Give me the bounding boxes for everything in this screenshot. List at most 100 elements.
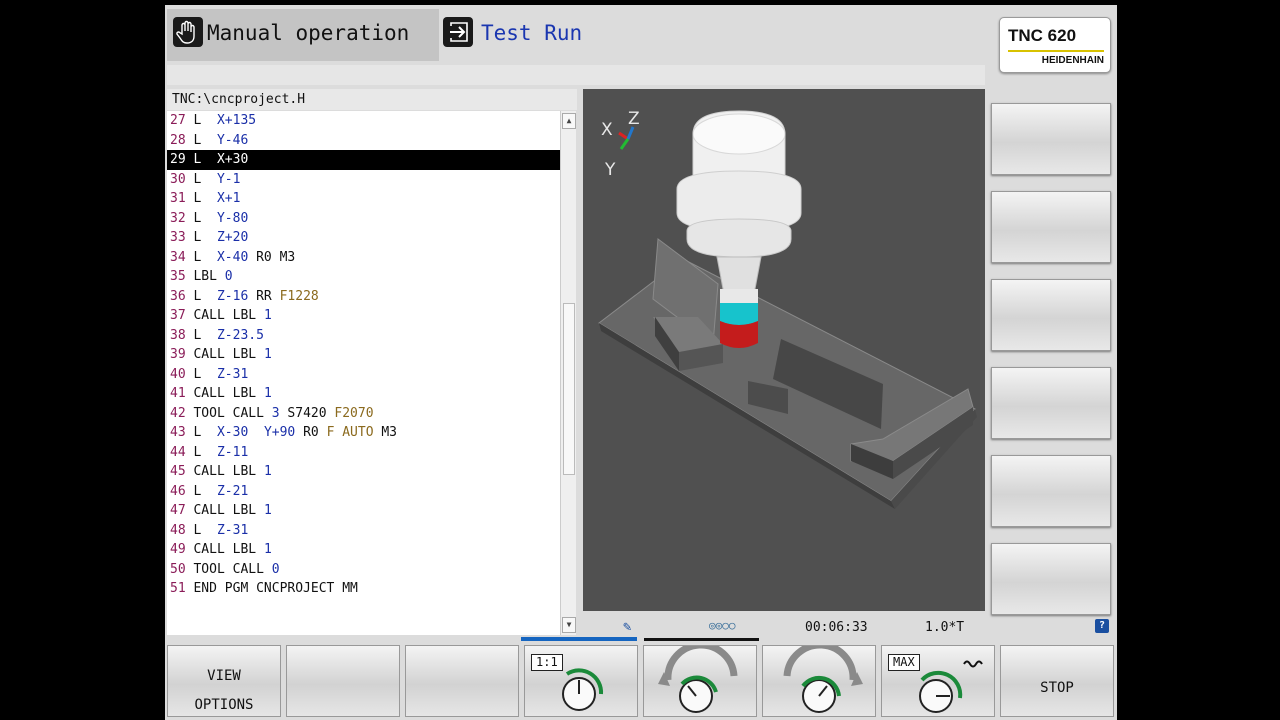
program-line[interactable]: 47 CALL LBL 1 <box>167 501 562 521</box>
code-token: RR <box>248 288 280 304</box>
code-token: CALL LBL <box>193 503 264 518</box>
program-line[interactable]: 38 L Z-23.5 <box>167 326 562 346</box>
code-token: CALL LBL <box>193 347 264 362</box>
run-time: 00:06:33 <box>805 620 868 635</box>
code-token: 1 <box>263 347 272 362</box>
program-line[interactable]: 40 L Z-31 <box>167 365 562 385</box>
pen-icon[interactable]: ✎ <box>623 619 631 635</box>
program-line[interactable]: 37 CALL LBL 1 <box>167 306 562 326</box>
dial-max-icon <box>919 660 983 713</box>
view-options-softkey[interactable]: VIEW OPTIONS <box>167 645 281 717</box>
code-token: 0 <box>224 269 233 284</box>
line-number: 37 <box>170 308 186 323</box>
line-number: 30 <box>170 171 186 187</box>
code-token: L <box>193 366 217 382</box>
program-editor[interactable]: 27 L X+135 28 L Y-46 29 L X+30 30 L Y-1 31 L… <box>167 111 562 635</box>
code-token: X-30 <box>216 425 249 440</box>
code-token: L <box>193 171 217 187</box>
program-line[interactable]: 44 L Z-11 <box>167 443 562 463</box>
line-number: 36 <box>170 288 186 304</box>
code-token: L <box>193 191 217 206</box>
program-line[interactable]: 41 CALL LBL 1 <box>167 384 562 404</box>
line-number: 47 <box>170 503 186 518</box>
program-line[interactable]: 39 CALL LBL 1 <box>167 345 562 365</box>
axis-x-label: X <box>601 120 613 140</box>
speed-scale-softkey[interactable]: 1:1 <box>524 645 638 717</box>
program-line[interactable]: 50 TOOL CALL 0 <box>167 560 562 580</box>
program-line[interactable]: 30 L Y-1 <box>167 170 562 190</box>
mode-test-run[interactable]: Test Run <box>441 9 741 61</box>
stop-softkey[interactable]: STOP <box>1000 645 1114 717</box>
vertical-softkey-3[interactable] <box>991 279 1111 351</box>
line-number: 32 <box>170 210 186 226</box>
logo-model: TNC 620 <box>1008 26 1077 45</box>
vertical-softkeys <box>991 103 1111 631</box>
program-line[interactable]: 27 L X+135 <box>167 111 562 131</box>
code-token: 1 <box>263 542 272 557</box>
scroll-down-arrow[interactable]: ▼ <box>562 617 576 633</box>
code-token: R0 <box>295 425 327 440</box>
logo-underline <box>1008 50 1104 52</box>
arrow-right-icon <box>443 17 473 47</box>
code-token: L <box>193 210 217 226</box>
vertical-softkey-5[interactable] <box>991 455 1111 527</box>
code-token: L <box>193 288 217 304</box>
program-line[interactable]: 29 L X+30 <box>167 150 562 170</box>
code-token: Z+20 <box>216 230 249 245</box>
program-line[interactable]: 36 L Z-16 RR F1228 <box>167 287 562 307</box>
program-line[interactable]: 48 L Z-31 <box>167 521 562 541</box>
simulation-view[interactable]: X Z Y <box>583 89 985 611</box>
vertical-softkey-6[interactable] <box>991 543 1111 615</box>
hand-icon <box>173 17 203 47</box>
program-line[interactable]: 43 L X-30 Y+90 R0 F AUTO M3 <box>167 423 562 443</box>
program-line[interactable]: 32 L Y-80 <box>167 209 562 229</box>
vertical-softkey-4[interactable] <box>991 367 1111 439</box>
program-line[interactable]: 35 LBL 0 <box>167 267 562 287</box>
code-token: CALL LBL <box>193 308 264 323</box>
line-number: 46 <box>170 483 186 499</box>
workpiece <box>598 238 977 509</box>
softkey-2[interactable] <box>286 645 400 717</box>
line-number: 38 <box>170 327 186 343</box>
scroll-thumb[interactable] <box>563 303 575 475</box>
dial-faster-icon <box>783 646 863 713</box>
code-token: L <box>193 327 217 343</box>
program-line[interactable]: 42 TOOL CALL 3 S7420 F2070 <box>167 404 562 424</box>
line-number: 34 <box>170 249 186 265</box>
code-token: CALL LBL <box>193 464 264 479</box>
code-token: X+1 <box>216 191 241 206</box>
code-token: X+135 <box>216 113 257 128</box>
line-number: 49 <box>170 542 186 557</box>
editor-scrollbar[interactable]: ▲ ▼ <box>560 111 576 635</box>
code-token: Y-80 <box>216 210 249 226</box>
program-line[interactable]: 33 L Z+20 <box>167 228 562 248</box>
vertical-softkey-2[interactable] <box>991 191 1111 263</box>
program-line[interactable]: 51 END PGM CNCPROJECT MM <box>167 579 562 599</box>
code-token: Z-11 <box>216 444 249 460</box>
softkey-3[interactable] <box>405 645 519 717</box>
program-line[interactable]: 49 CALL LBL 1 <box>167 540 562 560</box>
code-token: 0 <box>271 561 280 577</box>
speed-slower-softkey[interactable] <box>643 645 757 717</box>
header-bar <box>167 65 985 85</box>
mode-manual-operation[interactable]: Manual operation <box>167 9 439 61</box>
program-line[interactable]: 45 CALL LBL 1 <box>167 462 562 482</box>
code-token: 3 <box>271 405 280 421</box>
code-token: LBL <box>193 269 225 284</box>
vertical-softkey-1[interactable] <box>991 103 1111 175</box>
program-line[interactable]: 46 L Z-21 <box>167 482 562 502</box>
scroll-up-arrow[interactable]: ▲ <box>562 113 576 129</box>
code-token: F1228 <box>279 288 319 304</box>
program-line[interactable]: 28 L Y-46 <box>167 131 562 151</box>
speed-faster-softkey[interactable] <box>762 645 876 717</box>
code-token: L <box>193 483 217 499</box>
program-line[interactable]: 34 L X-40 R0 M3 <box>167 248 562 268</box>
mode-test-label: Test Run <box>481 21 583 45</box>
progress-bar-blue <box>521 637 637 641</box>
code-token: END PGM CNCPROJECT MM <box>193 581 358 596</box>
dial-scale-icon <box>562 668 604 711</box>
view-options-label: VIEW OPTIONS <box>168 662 280 720</box>
speed-max-softkey[interactable]: MAX <box>881 645 995 717</box>
program-line[interactable]: 31 L X+1 <box>167 189 562 209</box>
